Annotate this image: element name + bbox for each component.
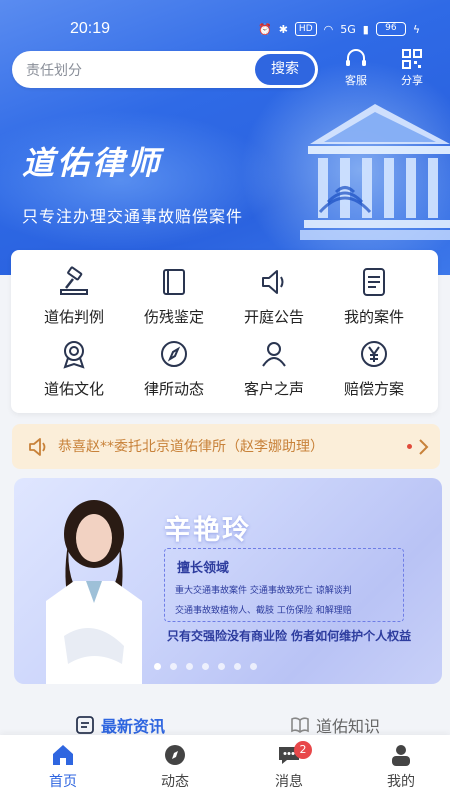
carousel-dot[interactable] — [186, 663, 193, 670]
grid-item-hearing[interactable]: 开庭公告 — [224, 266, 324, 327]
grid-item-disability[interactable]: 伤残鉴定 — [124, 266, 224, 327]
carousel-dot[interactable] — [234, 663, 241, 670]
brand-title: 道佑律师 — [22, 144, 163, 182]
feature-grid: 道佑判例 伤残鉴定 开庭公告 我的案件 道佑文化 律所动态 客户之声 赔偿方案 — [11, 250, 438, 413]
book-open-icon — [291, 717, 309, 733]
banner-slogan: 只有交强险没有商业险 伤者如何维护个人权益 — [167, 629, 412, 643]
carousel-dot[interactable] — [154, 663, 161, 670]
gavel-icon — [60, 266, 88, 295]
tab-messages[interactable]: 2 消息 — [254, 741, 324, 791]
hd-icon: HD — [294, 22, 317, 36]
specialty-title: 擅长领域 — [177, 561, 230, 576]
bottom-tab-bar: 首页 动态 2 消息 我的 — [0, 735, 450, 800]
grid-item-news[interactable]: 律所动态 — [124, 338, 224, 399]
home-icon — [53, 745, 73, 765]
lawyer-photo — [46, 500, 142, 684]
courthouse-illustration — [300, 104, 450, 240]
lawyer-banner[interactable]: 辛艳玲 擅长领域 重大交通事故案件 交通事故致死亡 谅解谈判 交通事故致植物人、… — [14, 478, 442, 684]
specialty-box: 擅长领域 重大交通事故案件 交通事故致死亡 谅解谈判 交通事故致植物人、截肢 工… — [164, 548, 404, 622]
brand-subtitle: 只专注办理交通事故赔偿案件 — [22, 207, 244, 226]
book-icon — [163, 269, 185, 295]
alarm-icon: ⏰ — [258, 22, 272, 36]
search-bar[interactable]: 责任划分 搜索 — [12, 51, 318, 88]
grid-label: 伤残鉴定 — [143, 308, 204, 326]
signal-bars-icon: ▮ — [362, 22, 369, 36]
headset-icon — [346, 49, 366, 66]
carousel-dot[interactable] — [170, 663, 177, 670]
search-button[interactable]: 搜索 — [255, 54, 315, 85]
tab-label: 道佑知识 — [316, 717, 381, 736]
qr-code-icon — [402, 49, 422, 69]
tab-label: 动态 — [161, 774, 189, 790]
carousel-dots — [154, 663, 257, 670]
notice-text: 恭喜赵**委托北京道佑律所（赵李娜助理） — [58, 439, 324, 455]
wifi-icon: ◠ — [323, 22, 334, 36]
grid-item-cases[interactable]: 道佑判例 — [24, 266, 124, 327]
grid-label: 律所动态 — [143, 380, 204, 398]
battery-icon: 96 — [375, 22, 406, 36]
status-icons: ⏰ ✱ HD ◠ 5G ▮ 96 ϟ — [258, 22, 420, 36]
notice-dot — [407, 444, 412, 449]
grid-item-compensation[interactable]: 赔偿方案 — [324, 338, 424, 399]
grid-label: 赔偿方案 — [343, 380, 404, 398]
tab-label: 首页 — [49, 774, 77, 790]
carousel-dot[interactable] — [250, 663, 257, 670]
profile-icon — [392, 745, 410, 766]
tab-knowledge[interactable]: 道佑知识 — [290, 713, 380, 737]
user-icon — [262, 342, 286, 367]
customer-service-button[interactable]: 客服 — [336, 48, 376, 88]
document-icon — [363, 268, 385, 296]
charging-icon: ϟ — [412, 22, 421, 36]
status-time: 20:19 — [70, 20, 111, 37]
grid-label: 客户之声 — [243, 380, 304, 398]
status-bar: 20:19 ⏰ ✱ HD ◠ 5G ▮ 96 ϟ — [0, 18, 450, 42]
grid-label: 道佑判例 — [43, 308, 104, 326]
yen-icon — [361, 341, 387, 367]
customer-service-label: 客服 — [345, 74, 367, 87]
message-badge: 2 — [294, 741, 312, 759]
chevron-right-icon[interactable] — [417, 438, 429, 456]
grid-item-testimonials[interactable]: 客户之声 — [224, 338, 324, 399]
share-label: 分享 — [401, 74, 423, 87]
compass-icon — [161, 341, 187, 367]
signal-icon: 5G — [340, 22, 356, 36]
search-input[interactable]: 责任划分 — [26, 60, 82, 80]
tab-home[interactable]: 首页 — [28, 743, 98, 791]
carousel-dot[interactable] — [202, 663, 209, 670]
award-icon — [63, 341, 85, 369]
share-button[interactable]: 分享 — [392, 48, 432, 88]
specialty-row: 交通事故致植物人、截肢 工伤保险 和解理赔 — [175, 606, 352, 616]
grid-item-my-cases[interactable]: 我的案件 — [324, 266, 424, 327]
tab-label: 消息 — [275, 774, 303, 790]
grid-label: 开庭公告 — [243, 308, 304, 326]
grid-item-culture[interactable]: 道佑文化 — [24, 338, 124, 399]
speaker-icon — [262, 270, 284, 294]
speaker-icon — [29, 438, 46, 456]
notice-bar[interactable]: 恭喜赵**委托北京道佑律所（赵李娜助理） — [12, 424, 440, 469]
bluetooth-icon: ✱ — [278, 22, 288, 36]
grid-label: 我的案件 — [343, 308, 404, 326]
tab-label: 最新资讯 — [101, 717, 166, 736]
carousel-dot[interactable] — [218, 663, 225, 670]
news-icon — [76, 716, 94, 734]
tab-label: 我的 — [387, 774, 415, 790]
compass-icon — [165, 745, 185, 765]
tab-profile[interactable]: 我的 — [366, 743, 436, 791]
specialty-row: 重大交通事故案件 交通事故致死亡 谅解谈判 — [175, 586, 352, 596]
tab-latest-news[interactable]: 最新资讯 — [75, 713, 165, 737]
lawyer-name: 辛艳玲 — [164, 515, 251, 546]
grid-label: 道佑文化 — [43, 380, 104, 398]
tab-activity[interactable]: 动态 — [140, 743, 210, 791]
